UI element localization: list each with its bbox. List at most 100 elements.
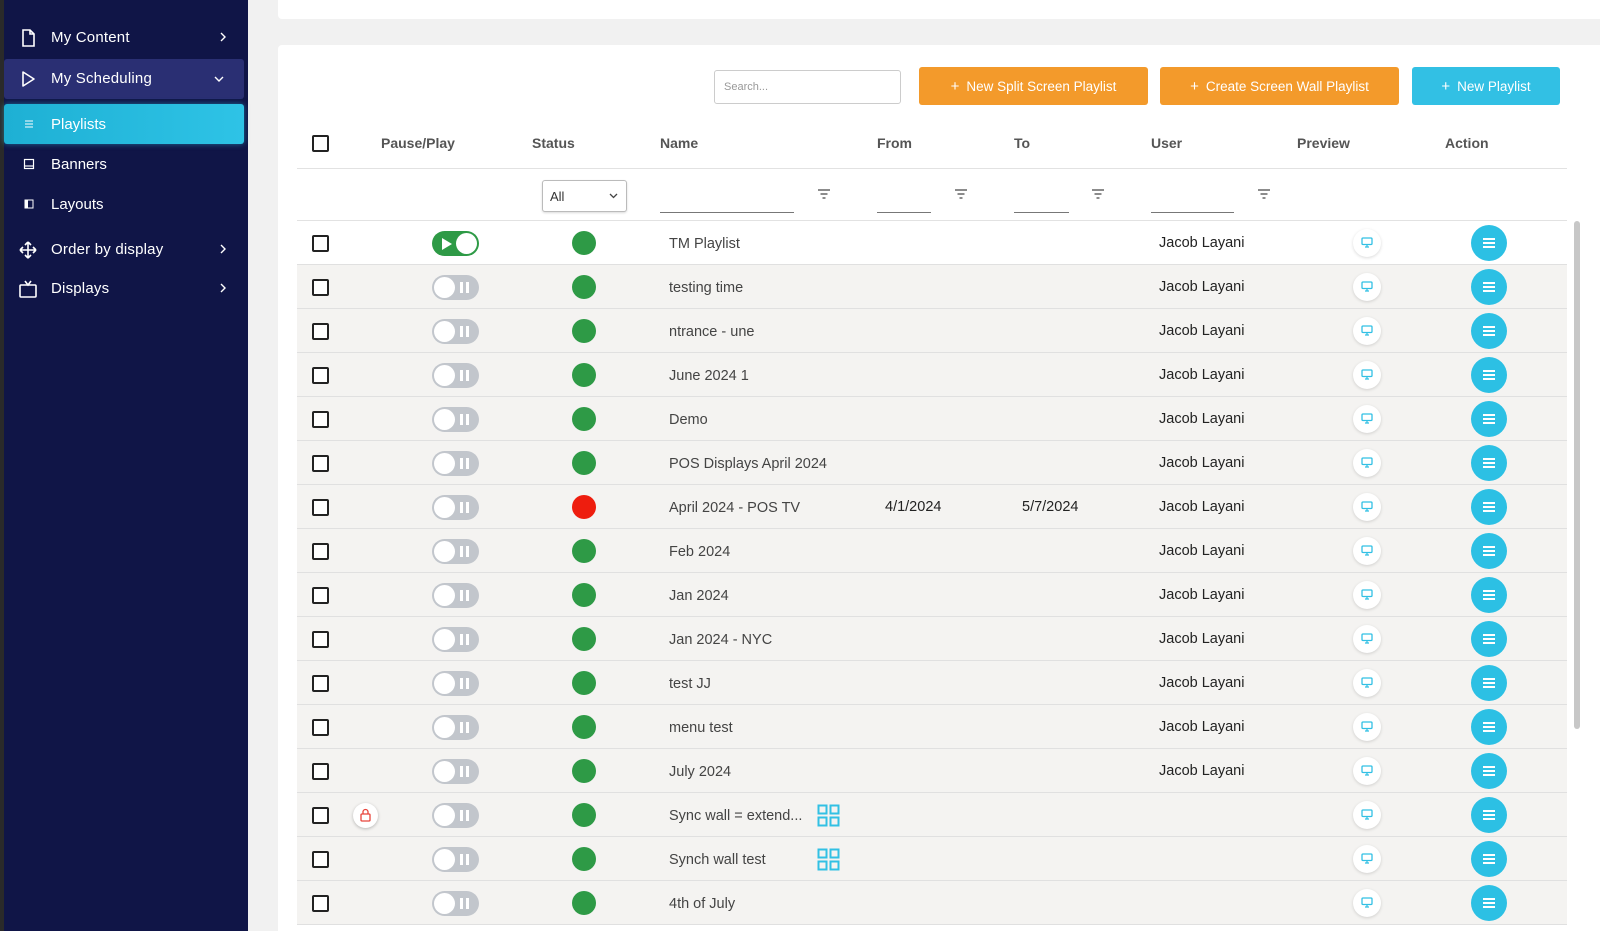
row-checkbox[interactable] [312,499,329,516]
to-filter-input[interactable] [1014,212,1069,213]
preview-button[interactable] [1353,713,1381,741]
play-toggle[interactable] [432,539,479,564]
status-filter-select[interactable]: All [542,180,627,212]
play-toggle[interactable] [432,451,479,476]
action-menu-button[interactable] [1471,269,1507,305]
playlist-name[interactable]: April 2024 - POS TV [669,500,800,516]
preview-button[interactable] [1353,405,1381,433]
playlist-name[interactable]: Jan 2024 [669,588,729,604]
search-input[interactable] [714,70,901,104]
action-menu-button[interactable] [1471,533,1507,569]
playlist-name[interactable]: Feb 2024 [669,544,730,560]
row-checkbox[interactable] [312,279,329,296]
filter-icon[interactable] [954,188,968,200]
column-header-to[interactable]: To [1014,135,1030,151]
play-toggle[interactable] [432,275,479,300]
playlist-name[interactable]: June 2024 1 [669,368,749,384]
lock-icon[interactable] [353,803,378,828]
playlist-name[interactable]: ntrance - une [669,324,754,340]
preview-button[interactable] [1353,229,1381,257]
preview-button[interactable] [1353,669,1381,697]
action-menu-button[interactable] [1471,709,1507,745]
action-menu-button[interactable] [1471,621,1507,657]
filter-icon[interactable] [1257,188,1271,200]
row-checkbox[interactable] [312,807,329,824]
sidebar-item-banners[interactable]: Banners [4,144,248,184]
row-checkbox[interactable] [312,587,329,604]
column-header-from[interactable]: From [877,135,912,151]
preview-button[interactable] [1353,537,1381,565]
play-toggle[interactable] [432,715,479,740]
playlist-name[interactable]: menu test [669,720,733,736]
action-menu-button[interactable] [1471,753,1507,789]
sidebar-item-my-scheduling[interactable]: My Scheduling [4,59,244,99]
preview-button[interactable] [1353,361,1381,389]
column-header-name[interactable]: Name [660,135,698,151]
table-scrollbar[interactable] [1574,221,1580,729]
playlist-name[interactable]: 4th of July [669,896,735,912]
preview-button[interactable] [1353,317,1381,345]
playlist-name[interactable]: July 2024 [669,764,731,780]
row-checkbox[interactable] [312,631,329,648]
preview-button[interactable] [1353,449,1381,477]
row-checkbox[interactable] [312,367,329,384]
action-menu-button[interactable] [1471,489,1507,525]
name-filter-input[interactable] [660,212,794,213]
row-checkbox[interactable] [312,543,329,560]
sidebar-item-layouts[interactable]: Layouts [4,184,248,224]
action-menu-button[interactable] [1471,445,1507,481]
row-checkbox[interactable] [312,675,329,692]
play-toggle[interactable] [432,583,479,608]
column-header-user[interactable]: User [1151,135,1182,151]
play-toggle[interactable] [432,671,479,696]
new-playlist-button[interactable]: + New Playlist [1412,67,1560,105]
preview-button[interactable] [1353,889,1381,917]
preview-button[interactable] [1353,493,1381,521]
create-screen-wall-playlist-button[interactable]: + Create Screen Wall Playlist [1160,67,1399,105]
row-checkbox[interactable] [312,323,329,340]
select-all-checkbox[interactable] [312,135,329,152]
row-checkbox[interactable] [312,763,329,780]
play-toggle[interactable] [432,231,479,256]
playlist-name[interactable]: Jan 2024 - NYC [669,632,772,648]
action-menu-button[interactable] [1471,401,1507,437]
action-menu-button[interactable] [1471,357,1507,393]
row-checkbox[interactable] [312,411,329,428]
playlist-name[interactable]: Demo [669,412,708,428]
sidebar-item-my-content[interactable]: My Content [4,18,248,58]
filter-icon[interactable] [817,188,831,200]
preview-button[interactable] [1353,273,1381,301]
playlist-name[interactable]: TM Playlist [669,236,740,252]
play-toggle[interactable] [432,363,479,388]
row-checkbox[interactable] [312,895,329,912]
preview-button[interactable] [1353,625,1381,653]
play-toggle[interactable] [432,891,479,916]
sidebar-item-playlists[interactable]: Playlists [4,104,244,144]
column-header-status[interactable]: Status [532,135,575,151]
filter-icon[interactable] [1091,188,1105,200]
action-menu-button[interactable] [1471,797,1507,833]
user-filter-input[interactable] [1151,212,1234,213]
row-checkbox[interactable] [312,719,329,736]
from-filter-input[interactable] [877,212,931,213]
action-menu-button[interactable] [1471,313,1507,349]
action-menu-button[interactable] [1471,665,1507,701]
sidebar-item-order-by-display[interactable]: Order by display [4,230,248,270]
play-toggle[interactable] [432,759,479,784]
play-toggle[interactable] [432,847,479,872]
action-menu-button[interactable] [1471,225,1507,261]
playlist-name[interactable]: test JJ [669,676,711,692]
playlist-name[interactable]: testing time [669,280,743,296]
play-toggle[interactable] [432,319,479,344]
column-header-pause-play[interactable]: Pause/Play [381,135,455,151]
row-checkbox[interactable] [312,455,329,472]
preview-button[interactable] [1353,581,1381,609]
play-toggle[interactable] [432,407,479,432]
preview-button[interactable] [1353,845,1381,873]
play-toggle[interactable] [432,803,479,828]
row-checkbox[interactable] [312,235,329,252]
preview-button[interactable] [1353,801,1381,829]
playlist-name[interactable]: Sync wall = extend... [669,808,802,824]
sidebar-item-displays[interactable]: Displays [4,269,248,309]
action-menu-button[interactable] [1471,841,1507,877]
